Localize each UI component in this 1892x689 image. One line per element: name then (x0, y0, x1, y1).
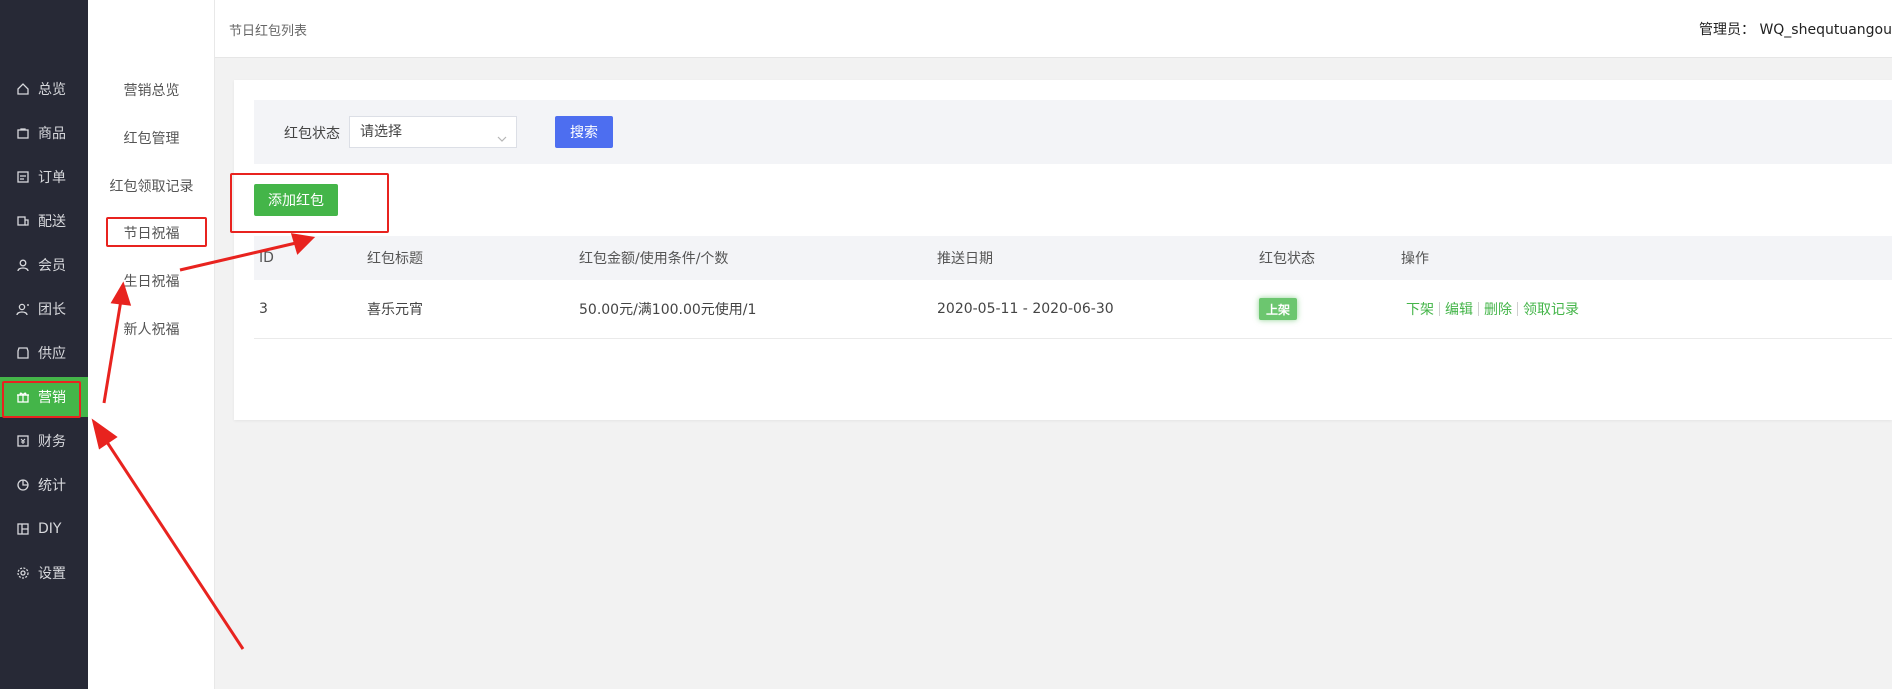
divider (1517, 302, 1518, 316)
redpacket-table: ID 红包标题 红包金额/使用条件/个数 推送日期 红包状态 操作 3 喜乐元宵… (254, 236, 1892, 339)
app-root: 总览 商品 订单 配送 会员 团长 供应 营销 财务 统计 DIY 设置 营销总… (0, 0, 1892, 689)
divider (1478, 302, 1479, 316)
secondary-sidebar: 营销总览 红包管理 红包领取记录 节日祝福 生日祝福 新人祝福 (88, 0, 215, 689)
nav-item-finance[interactable]: 财务 (0, 421, 88, 461)
cell-status: 上架 (1259, 280, 1297, 338)
breadcrumb: 节日红包列表 (229, 24, 308, 39)
column-header-title: 红包标题 (367, 251, 423, 267)
table-row: 3 喜乐元宵 50.00元/满100.00元使用/1 2020-05-11 - … (254, 280, 1892, 339)
nav-item-label: DIY (38, 521, 62, 537)
nav-item-diy[interactable]: DIY (0, 509, 88, 549)
pie-chart-icon (16, 478, 30, 492)
main-sidebar: 总览 商品 订单 配送 会员 团长 供应 营销 财务 统计 DIY 设置 (0, 0, 88, 689)
nav-item-delivery[interactable]: 配送 (0, 201, 88, 241)
nav-item-members[interactable]: 会员 (0, 245, 88, 285)
column-header-id: ID (259, 250, 274, 266)
content-card: 红包状态 请选择 搜索 添加红包 ID 红包标题 红包金额/使用条件/个数 推送… (234, 80, 1892, 420)
nav-item-marketing[interactable]: 营销 (0, 377, 88, 417)
cell-title: 喜乐元宵 (367, 302, 423, 318)
filter-bar: 红包状态 请选择 搜索 (254, 100, 1892, 164)
nav-item-label: 商品 (38, 126, 66, 142)
cell-id: 3 (259, 301, 268, 317)
receipt-icon (16, 170, 30, 184)
nav-item-label: 会员 (38, 258, 66, 274)
nav-item-overview[interactable]: 总览 (0, 69, 88, 109)
status-filter-label: 红包状态 (284, 126, 340, 142)
subnav-item-marketing-overview[interactable]: 营销总览 (88, 75, 215, 105)
top-header: 节日红包列表 管理员： WQ_shequtuangou (215, 0, 1892, 58)
nav-item-label: 订单 (38, 170, 66, 186)
nav-item-label: 配送 (38, 214, 66, 230)
nav-item-label: 营销 (38, 390, 66, 406)
cell-actions: 下架 编辑 删除 领取记录 (1406, 280, 1579, 338)
nav-item-settings[interactable]: 设置 (0, 553, 88, 593)
gear-icon (16, 566, 30, 580)
column-header-date: 推送日期 (937, 251, 993, 267)
subnav-item-newcomer-greeting[interactable]: 新人祝福 (88, 314, 215, 344)
nav-item-supply[interactable]: 供应 (0, 333, 88, 373)
subnav-item-redpacket-manage[interactable]: 红包管理 (88, 123, 215, 153)
chevron-down-icon (496, 126, 508, 142)
cell-date: 2020-05-11 - 2020-06-30 (937, 301, 1114, 317)
search-button[interactable]: 搜索 (555, 116, 613, 148)
table-header: ID 红包标题 红包金额/使用条件/个数 推送日期 红包状态 操作 (254, 236, 1892, 280)
nav-item-label: 总览 (38, 82, 66, 98)
cell-amount: 50.00元/满100.00元使用/1 (579, 302, 757, 318)
gift-icon (16, 390, 30, 404)
nav-item-label: 团长 (38, 302, 66, 318)
nav-item-statistics[interactable]: 统计 (0, 465, 88, 505)
status-select-value: 请选择 (360, 124, 402, 140)
store-icon (16, 346, 30, 360)
nav-item-label: 设置 (38, 566, 66, 582)
status-badge: 上架 (1259, 298, 1297, 320)
delivery-icon (16, 214, 30, 228)
edit-link[interactable]: 编辑 (1445, 299, 1473, 319)
finance-icon (16, 434, 30, 448)
leader-icon (16, 302, 30, 316)
offshelf-link[interactable]: 下架 (1406, 299, 1434, 319)
admin-account[interactable]: 管理员： WQ_shequtuangou (1699, 19, 1892, 39)
add-redpacket-button[interactable]: 添加红包 (254, 184, 338, 216)
delete-link[interactable]: 删除 (1484, 299, 1512, 319)
user-icon (16, 258, 30, 272)
layout-icon (16, 522, 30, 536)
nav-item-label: 供应 (38, 346, 66, 362)
subnav-item-holiday-greeting[interactable]: 节日祝福 (88, 218, 215, 248)
subnav-item-redpacket-records[interactable]: 红包领取记录 (88, 171, 215, 201)
claim-records-link[interactable]: 领取记录 (1523, 299, 1579, 319)
column-header-amount: 红包金额/使用条件/个数 (579, 251, 729, 267)
status-select[interactable]: 请选择 (349, 116, 517, 148)
column-header-actions: 操作 (1401, 251, 1429, 267)
nav-item-label: 财务 (38, 434, 66, 450)
home-icon (16, 82, 30, 96)
nav-item-leaders[interactable]: 团长 (0, 289, 88, 329)
nav-item-products[interactable]: 商品 (0, 113, 88, 153)
bag-icon (16, 126, 30, 140)
nav-item-label: 统计 (38, 478, 66, 494)
column-header-status: 红包状态 (1259, 251, 1315, 267)
subnav-item-birthday-greeting[interactable]: 生日祝福 (88, 266, 215, 296)
divider (1439, 302, 1440, 316)
nav-item-orders[interactable]: 订单 (0, 157, 88, 197)
